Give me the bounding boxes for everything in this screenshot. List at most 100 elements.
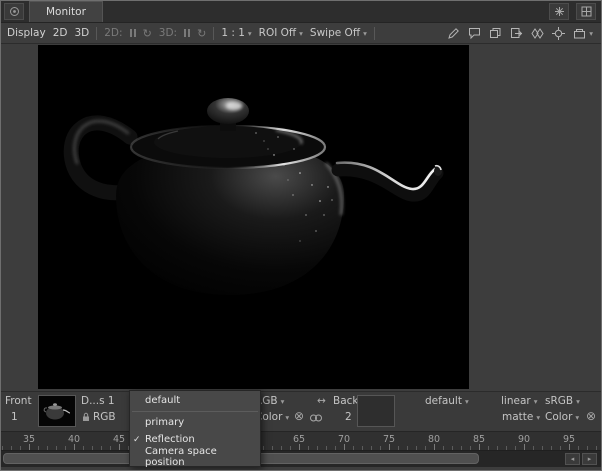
swap-buffers-button[interactable]: ↔ (317, 395, 326, 407)
pane-menu-icon (9, 6, 20, 17)
crosshair-icon[interactable] (552, 27, 565, 40)
lock-icon (82, 412, 90, 422)
chevron-down-icon: ▾ (576, 397, 580, 406)
chevron-down-icon: ▾ (281, 397, 285, 406)
swipe-dropdown[interactable]: Swipe Off ▾ (310, 27, 367, 39)
timeline-tick-label: 95 (563, 434, 575, 445)
back-buffer-label: Back (333, 395, 359, 407)
back-buffer-number[interactable]: 2 (345, 411, 352, 423)
roi-dropdown[interactable]: ROI Off ▾ (259, 27, 303, 39)
monitor-panel: Monitor Display 2D 3D 2D: ↻ 3D: ↻ (0, 0, 602, 471)
timeline-tick-label: 70 (338, 434, 350, 445)
matte-dropdown[interactable]: matte ▾ (502, 411, 540, 423)
pause-3d-button[interactable] (184, 29, 190, 37)
mode-2d-button[interactable]: 2D (53, 27, 68, 39)
snapshot-icon (573, 27, 586, 40)
back-display-dropdown[interactable]: Color ▾ (545, 411, 579, 423)
toolbar-separator (213, 27, 214, 40)
check-icon: ✓ (133, 435, 145, 445)
chevron-down-icon: ▾ (299, 29, 303, 38)
colorspace-value: linear (501, 395, 531, 407)
menu-item-label: Camera space position (145, 446, 256, 468)
view-transform-dropdown[interactable]: sRGB ▾ (545, 395, 580, 407)
toolbar-separator (96, 27, 97, 40)
aov-dropdown-value: default (425, 395, 462, 407)
link-icon (309, 414, 323, 422)
menu-separator (132, 411, 258, 412)
timeline-tick-label: 80 (428, 434, 440, 445)
export-icon[interactable] (510, 27, 523, 40)
front-buffer-name: D...s 1 (81, 395, 115, 407)
menu-item-primary[interactable]: primary (130, 414, 260, 431)
front-thumbnail[interactable] (38, 395, 76, 427)
monitor-viewport[interactable] (1, 44, 601, 391)
grid-icon (581, 6, 592, 17)
menu-item-label: primary (145, 417, 184, 428)
horizontal-scrollbar[interactable]: ◂ ▸ (1, 450, 601, 467)
toolbar-separator (374, 27, 375, 40)
compare-icon[interactable] (531, 27, 544, 40)
tab-label: Monitor (46, 6, 86, 18)
front-buffer-number[interactable]: 1 (11, 411, 18, 423)
timeline-tick-label: 75 (383, 434, 395, 445)
tab-bar-actions (546, 3, 596, 20)
back-thumbnail[interactable] (357, 395, 395, 427)
mode-3d-button[interactable]: 3D (74, 27, 89, 39)
timeline-tick-label: 45 (113, 434, 125, 445)
tab-monitor[interactable]: Monitor (29, 1, 103, 22)
gear-icon (554, 6, 565, 17)
menu-item-camera-space-position[interactable]: Camera space position (130, 448, 260, 465)
menu-item-label: default (145, 395, 180, 406)
front-channel-label: RGB (93, 411, 116, 423)
speech-bubble-icon[interactable] (468, 27, 481, 40)
zoom-dropdown[interactable]: 1 : 1 ▾ (221, 27, 251, 39)
chevron-down-icon: ▾ (248, 29, 252, 38)
swipe-value: Swipe Off (310, 27, 360, 39)
scroll-right-icon: ▸ (588, 455, 592, 463)
update-2d-label: 2D: (104, 27, 122, 39)
layout-button[interactable] (576, 3, 596, 20)
front-buffer-label: Front (5, 395, 32, 407)
timeline-ruler[interactable]: 35404550556065707580859095 (1, 431, 601, 450)
chevron-down-icon: ▾ (285, 413, 289, 422)
pane-menu-button[interactable] (4, 3, 24, 20)
timeline-tick-label: 40 (68, 434, 80, 445)
chevron-down-icon: ▾ (465, 397, 469, 406)
toolbar-icon-cluster: ▾ (447, 27, 593, 40)
link-buffers-button[interactable] (309, 413, 323, 425)
chevron-down-icon: ▾ (589, 29, 593, 38)
monitor-toolbar: Display 2D 3D 2D: ↻ 3D: ↻ 1 : 1 ▾ ROI Of… (1, 23, 601, 44)
colorspace-dropdown[interactable]: linear ▾ (501, 395, 537, 407)
teapot-render (38, 45, 469, 389)
view-transform-value: sRGB (545, 395, 573, 407)
timeline-tick-label: 35 (23, 434, 35, 445)
scroll-left-button[interactable]: ◂ (565, 453, 580, 465)
clear-front-button[interactable]: ⊗ (294, 409, 304, 423)
back-display-value: Color (545, 411, 572, 423)
timeline-tick-label: 85 (473, 434, 485, 445)
pen-icon[interactable] (447, 27, 460, 40)
chevron-down-icon: ▾ (363, 29, 367, 38)
copy-icon[interactable] (489, 27, 502, 40)
matte-value: matte (502, 411, 533, 423)
settings-button[interactable] (549, 3, 569, 20)
render-image[interactable] (38, 45, 469, 389)
front-channel-indicator[interactable]: RGB (82, 411, 116, 423)
menu-item-default[interactable]: default (130, 392, 260, 409)
timeline-tick-label: 90 (518, 434, 530, 445)
display-menu[interactable]: Display (7, 27, 46, 39)
refresh-2d-button[interactable]: ↻ (143, 27, 152, 40)
roi-value: ROI Off (259, 27, 297, 39)
chevron-down-icon: ▾ (536, 413, 540, 422)
zoom-value: 1 : 1 (221, 27, 245, 39)
timeline-tick-label: 65 (293, 434, 305, 445)
clear-back-button[interactable]: ⊗ (586, 409, 596, 423)
aov-dropdown[interactable]: default ▾ (425, 395, 469, 407)
snapshot-dropdown[interactable]: ▾ (573, 27, 593, 40)
refresh-3d-button[interactable]: ↻ (197, 27, 206, 40)
scroll-right-button[interactable]: ▸ (582, 453, 597, 465)
front-thumbnail-image (40, 397, 74, 425)
pause-2d-button[interactable] (130, 29, 136, 37)
channel-context-menu: default primary ✓ Reflection Camera spac… (129, 390, 261, 467)
chevron-down-icon: ▾ (575, 413, 579, 422)
